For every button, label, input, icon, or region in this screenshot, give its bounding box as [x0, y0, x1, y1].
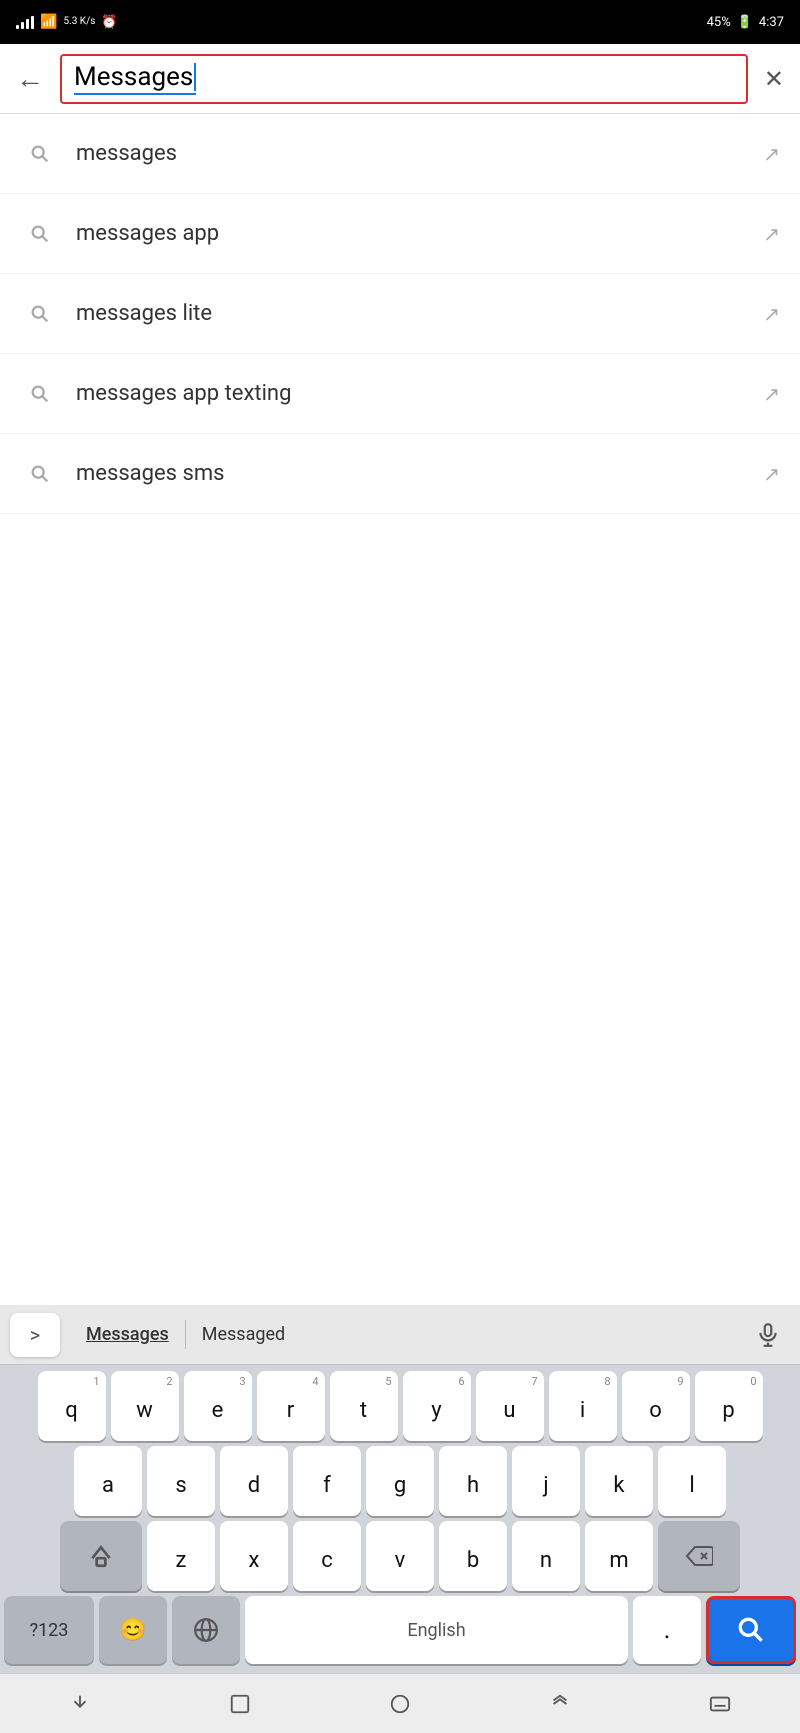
suggestion-item[interactable]: messages sms ↗ — [0, 434, 800, 514]
speed-text: 5.3 K/s — [63, 16, 95, 28]
suggestion-text: messages sms — [60, 461, 763, 486]
emoji-key[interactable]: 😊 — [99, 1596, 167, 1664]
keyboard-suggestion-bar: > Messages Messaged — [0, 1305, 800, 1365]
suggestion-text: messages — [60, 141, 763, 166]
key-n[interactable]: n — [512, 1521, 580, 1591]
nav-home-button[interactable] — [210, 1682, 270, 1726]
keyboard-row-4: ?123 😊 English . — [4, 1596, 796, 1664]
suggestion-text: messages lite — [60, 301, 763, 326]
battery-text: 45% — [707, 15, 731, 30]
time-text: 4:37 — [759, 15, 784, 30]
keyboard: 1 q 2 w 3 e 4 r 5 t 6 y — [0, 1365, 800, 1673]
search-icon — [20, 383, 60, 405]
keyboard-area: > Messages Messaged 1 q 2 w — [0, 1305, 800, 1733]
key-o[interactable]: 9 o — [622, 1371, 690, 1441]
keyboard-row-1: 1 q 2 w 3 e 4 r 5 t 6 y — [4, 1371, 796, 1441]
key-x[interactable]: x — [220, 1521, 288, 1591]
key-e[interactable]: 3 e — [184, 1371, 252, 1441]
key-u[interactable]: 7 u — [476, 1371, 544, 1441]
key-h[interactable]: h — [439, 1446, 507, 1516]
arrow-icon: ↗ — [763, 222, 780, 246]
key-p[interactable]: 0 p — [695, 1371, 763, 1441]
wifi-icon: 📶 — [40, 14, 57, 30]
nav-circle-button[interactable] — [370, 1682, 430, 1726]
search-icon — [20, 303, 60, 325]
key-c[interactable]: c — [293, 1521, 361, 1591]
bottom-nav — [0, 1673, 800, 1733]
status-right: 45% 🔋 4:37 — [707, 15, 784, 30]
key-j[interactable]: j — [512, 1446, 580, 1516]
expand-suggestions-button[interactable]: > — [10, 1313, 60, 1357]
key-r[interactable]: 4 r — [257, 1371, 325, 1441]
key-g[interactable]: g — [366, 1446, 434, 1516]
search-icon — [20, 143, 60, 165]
microphone-button[interactable] — [746, 1313, 790, 1357]
suggestion-text: messages app — [60, 221, 763, 246]
key-d[interactable]: d — [220, 1446, 288, 1516]
suggestions-list: messages ↗ messages app ↗ messages lite … — [0, 114, 800, 514]
keyboard-row-3: z x c v b n m — [4, 1521, 796, 1591]
period-key[interactable]: . — [633, 1596, 701, 1664]
status-bar: 📶 5.3 K/s ⏰ 45% 🔋 4:37 — [0, 0, 800, 44]
key-k[interactable]: k — [585, 1446, 653, 1516]
search-input-text: Messages — [74, 62, 193, 92]
key-m[interactable]: m — [585, 1521, 653, 1591]
key-f[interactable]: f — [293, 1446, 361, 1516]
key-v[interactable]: v — [366, 1521, 434, 1591]
suggestion-word-messaged[interactable]: Messaged — [186, 1320, 301, 1349]
suggestion-text: messages app texting — [60, 381, 763, 406]
key-t[interactable]: 5 t — [330, 1371, 398, 1441]
search-icon — [20, 223, 60, 245]
suggestion-item[interactable]: messages app ↗ — [0, 194, 800, 274]
numbers-key[interactable]: ?123 — [4, 1596, 94, 1664]
expand-arrow-icon: > — [30, 1323, 40, 1347]
suggestion-words: Messages Messaged — [70, 1320, 746, 1349]
arrow-icon: ↗ — [763, 302, 780, 326]
key-a[interactable]: a — [74, 1446, 142, 1516]
key-z[interactable]: z — [147, 1521, 215, 1591]
text-cursor — [194, 63, 196, 91]
battery-icon: 🔋 — [737, 15, 753, 30]
suggestion-item[interactable]: messages ↗ — [0, 114, 800, 194]
arrow-icon: ↗ — [763, 142, 780, 166]
globe-key[interactable] — [172, 1596, 240, 1664]
status-left: 📶 5.3 K/s ⏰ — [16, 14, 118, 30]
key-s[interactable]: s — [147, 1446, 215, 1516]
suggestion-item[interactable]: messages app texting ↗ — [0, 354, 800, 434]
key-w[interactable]: 2 w — [111, 1371, 179, 1441]
space-key[interactable]: English — [245, 1596, 628, 1664]
back-button[interactable]: ← — [16, 62, 44, 95]
alarm-icon: ⏰ — [101, 15, 117, 30]
search-icon — [20, 463, 60, 485]
search-input-wrapper[interactable]: Messages — [60, 54, 748, 104]
shift-key[interactable] — [60, 1521, 142, 1591]
key-i[interactable]: 8 i — [549, 1371, 617, 1441]
arrow-icon: ↗ — [763, 382, 780, 406]
key-b[interactable]: b — [439, 1521, 507, 1591]
close-button[interactable]: ✕ — [764, 65, 784, 93]
nav-keyboard-button[interactable] — [690, 1682, 750, 1726]
keyboard-row-2: a s d f g h j k l — [4, 1446, 796, 1516]
suggestion-word-messages[interactable]: Messages — [70, 1320, 186, 1349]
nav-recents-button[interactable] — [530, 1682, 590, 1726]
key-l[interactable]: l — [658, 1446, 726, 1516]
search-bar: ← Messages ✕ — [0, 44, 800, 114]
search-input[interactable]: Messages — [74, 62, 196, 95]
delete-key[interactable] — [658, 1521, 740, 1591]
search-key[interactable] — [706, 1596, 796, 1664]
signal-icon — [16, 15, 34, 29]
nav-back-button[interactable] — [50, 1682, 110, 1726]
key-q[interactable]: 1 q — [38, 1371, 106, 1441]
key-y[interactable]: 6 y — [403, 1371, 471, 1441]
suggestion-item[interactable]: messages lite ↗ — [0, 274, 800, 354]
arrow-icon: ↗ — [763, 462, 780, 486]
